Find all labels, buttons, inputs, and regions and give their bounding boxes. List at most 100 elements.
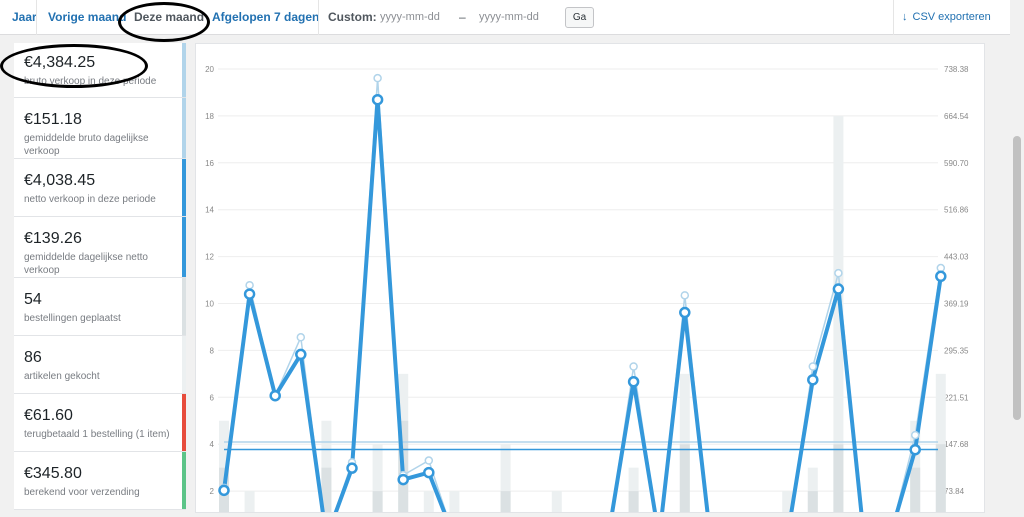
stat-label: gemiddelde dagelijkse netto verkoop [24, 252, 148, 276]
orders-bar [910, 467, 921, 517]
series-color-bar [182, 217, 186, 277]
net-sales-point [346, 462, 358, 474]
y-tick-label-right: 73.84 [944, 487, 965, 496]
orders-bar [372, 491, 383, 517]
stat-label: artikelen gekocht [24, 371, 100, 382]
items-bar [244, 491, 255, 517]
net-sales-point [218, 484, 230, 497]
stat-value: 86 [24, 349, 42, 366]
range-last-month-link[interactable]: Vorige maand [48, 0, 126, 35]
stat-label: terugbetaald 1 bestelling (1 item) [24, 429, 170, 440]
orders-bar [935, 444, 946, 517]
date-to-input[interactable] [479, 9, 555, 25]
gross-sales-point [245, 280, 254, 290]
stat-shipping-charged[interactable]: €345.80 berekend voor verzending [14, 452, 186, 510]
stat-value: €4,038.45 [24, 172, 96, 189]
stat-value: €139.26 [24, 230, 82, 247]
y-tick-label-left: 2 [210, 487, 215, 496]
range-year-link[interactable]: Jaar [12, 0, 37, 35]
net-sales-point [371, 93, 384, 106]
divider [36, 0, 37, 35]
net-sales-point [679, 306, 691, 319]
stat-label: bruto verkoop in deze periode [24, 76, 157, 87]
stat-label: gemiddelde bruto dagelijkse verkoop [24, 133, 149, 157]
y-tick-label-right: 295.35 [944, 346, 969, 355]
stat-value: €4,384.25 [24, 54, 96, 71]
csv-export-link[interactable]: ↓ CSV exporteren [902, 0, 991, 35]
gross-sales-point [680, 291, 690, 300]
orders-bar [679, 444, 690, 517]
y-tick-label-left: 4 [210, 440, 215, 449]
net-sales-point [397, 473, 409, 486]
y-tick-label-right: 664.54 [944, 112, 969, 121]
download-arrow-icon: ↓ [902, 11, 908, 23]
stat-value: 54 [24, 291, 42, 308]
gross-sales-point [936, 263, 946, 273]
gross-sales-point [834, 268, 843, 278]
y-tick-label-right: 590.70 [944, 159, 969, 168]
divider [318, 0, 319, 35]
date-separator: – [459, 10, 466, 24]
items-bar [449, 491, 460, 517]
stat-average-net-sales[interactable]: €139.26 gemiddelde dagelijkse netto verk… [14, 217, 186, 278]
y-tick-label-left: 20 [205, 65, 214, 74]
y-tick-label-left: 14 [205, 206, 214, 215]
stat-refunded[interactable]: €61.60 terugbetaald 1 bestelling (1 item… [14, 394, 186, 452]
gross-sales-point [373, 73, 382, 83]
stat-label: bestellingen geplaatst [24, 313, 121, 324]
y-tick-label-left: 6 [210, 393, 215, 402]
report-range-bar: Jaar Vorige maand Deze maand Afgelopen 7… [0, 0, 1010, 35]
y-tick-label-right: 738.38 [944, 65, 969, 74]
y-tick-label-left: 10 [205, 300, 214, 309]
y-tick-label-right: 516.86 [944, 206, 969, 215]
orders-bar [833, 444, 844, 517]
page-scrollbar[interactable] [1010, 0, 1024, 500]
net-sales-point [295, 348, 307, 361]
stat-value: €151.18 [24, 111, 82, 128]
stat-items-purchased[interactable]: 86 artikelen gekocht [14, 336, 186, 394]
sales-chart-svg: 2 4 6 8 10 12 14 16 18 20 73.84 147.68 221.51 295.35 3… [205, 65, 969, 517]
orders-bar [500, 491, 511, 517]
stat-label: netto verkoop in deze periode [24, 194, 156, 205]
net-sales-point [909, 443, 921, 456]
stat-orders-placed[interactable]: 54 bestellingen geplaatst [14, 278, 186, 336]
range-this-month-link[interactable]: Deze maand [134, 0, 204, 35]
stat-average-gross-sales[interactable]: €151.18 gemiddelde bruto dagelijkse verk… [14, 98, 186, 159]
series-color-bar [182, 394, 186, 451]
y-tick-label-left: 8 [210, 346, 215, 355]
series-color-bar [182, 98, 186, 158]
scrollbar-thumb[interactable] [1013, 136, 1021, 420]
series-color-bar [182, 159, 186, 216]
y-tick-label-right: 443.03 [944, 253, 969, 262]
stat-label: berekend voor verzending [24, 487, 140, 498]
net-sales-point [269, 389, 281, 402]
orders-bar [807, 491, 818, 517]
net-sales-point [423, 466, 435, 479]
y-tick-label-right: 369.19 [944, 300, 969, 309]
custom-range-label: Custom: [328, 10, 377, 24]
y-tick-label-left: 12 [205, 253, 214, 262]
gross-sales-point [296, 333, 306, 342]
series-color-bar [182, 43, 186, 97]
net-sales-point [807, 374, 819, 386]
stat-value: €345.80 [24, 465, 82, 482]
divider [893, 0, 894, 35]
series-color-bar [182, 452, 186, 509]
stat-gross-sales[interactable]: €4,384.25 bruto verkoop in deze periode [14, 43, 186, 98]
go-button[interactable]: Ga [565, 7, 594, 28]
net-sales-point [627, 375, 640, 388]
series-color-bar [182, 336, 186, 393]
date-from-input[interactable] [380, 9, 456, 25]
items-bar [551, 491, 562, 517]
net-sales-point [243, 288, 256, 300]
y-tick-label-left: 16 [205, 159, 214, 168]
range-last-7-days-link[interactable]: Afgelopen 7 dagen [212, 0, 319, 35]
y-tick-label-right: 221.51 [944, 393, 969, 402]
orders-bar [628, 491, 639, 517]
gross-sales-line [223, 78, 942, 517]
y-tick-label-right: 147.68 [944, 440, 969, 449]
gross-sales-point [808, 362, 818, 371]
net-sales-point [935, 270, 947, 283]
csv-export-label: CSV exporteren [912, 11, 991, 23]
stat-net-sales[interactable]: €4,038.45 netto verkoop in deze periode [14, 159, 186, 217]
